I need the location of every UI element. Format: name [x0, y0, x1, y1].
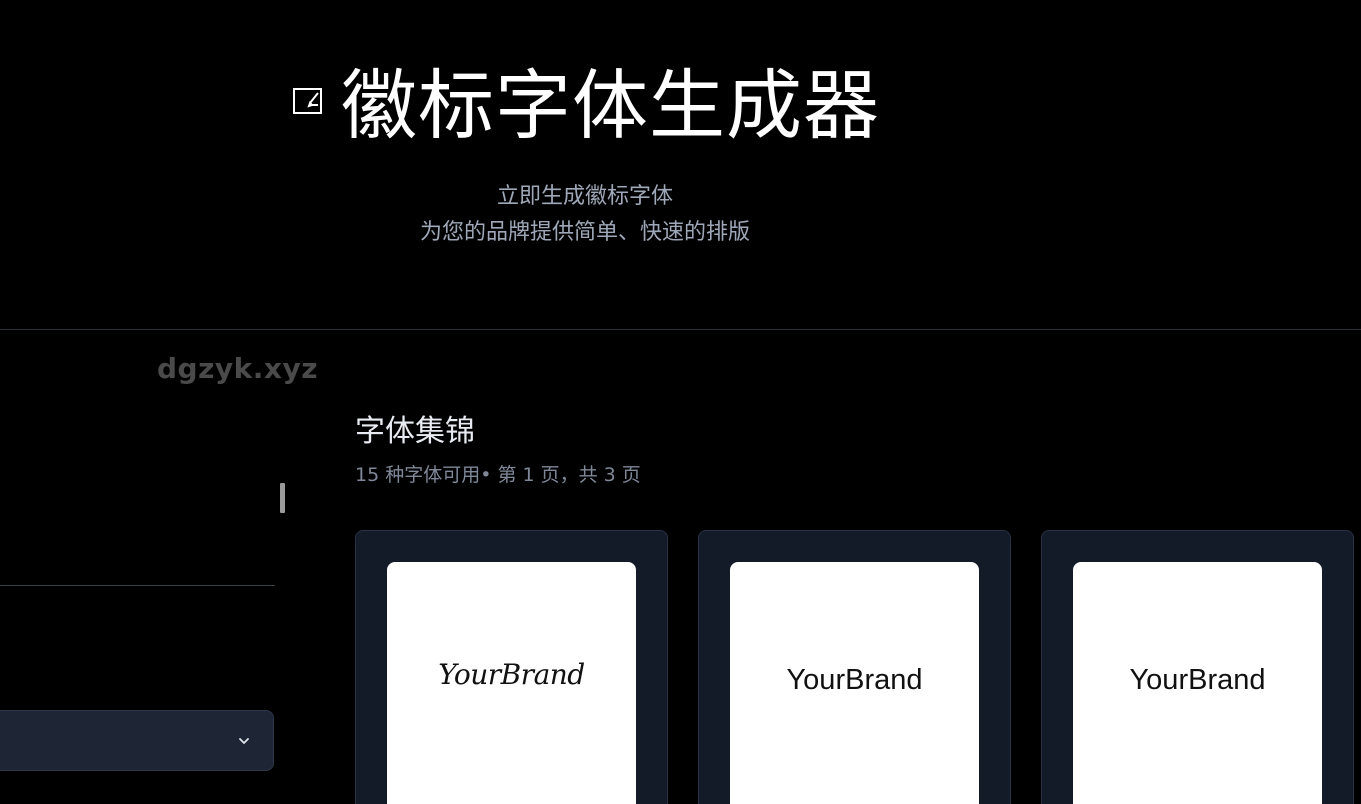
font-preview-text: YourBrand — [1129, 664, 1266, 696]
font-preview: YourBrand — [1073, 562, 1322, 804]
edit-box-icon — [293, 88, 322, 114]
gallery-title: 字体集锦 — [355, 414, 475, 449]
sidebar-scrollbar[interactable] — [280, 483, 285, 513]
font-preview: YourBrand — [387, 562, 636, 804]
sidebar-divider — [0, 585, 275, 586]
font-preview-text: YourBrand — [438, 658, 585, 691]
chevron-down-icon — [237, 733, 251, 747]
font-preview-text: YourBrand — [786, 664, 923, 696]
hero-subtitle-line2: 为您的品牌提供简单、快速的排版 — [419, 220, 750, 245]
font-card[interactable]: YourBrand — [355, 530, 668, 804]
font-card[interactable]: YourBrand — [698, 530, 1011, 804]
page: 徽标字体生成器 立即生成徽标字体 为您的品牌提供简单、快速的排版 dgzyk.x… — [0, 0, 1361, 804]
watermark: dgzyk.xyz — [157, 352, 319, 385]
gallery-meta: 15 种字体可用• 第 1 页，共 3 页 — [355, 464, 641, 486]
sidebar-dropdown[interactable] — [0, 710, 274, 771]
hero-subtitle-line1: 立即生成徽标字体 — [496, 184, 673, 209]
font-preview: YourBrand — [730, 562, 979, 804]
font-card[interactable]: YourBrand — [1041, 530, 1354, 804]
header-divider — [0, 329, 1361, 330]
page-title: 徽标字体生成器 — [341, 61, 880, 150]
